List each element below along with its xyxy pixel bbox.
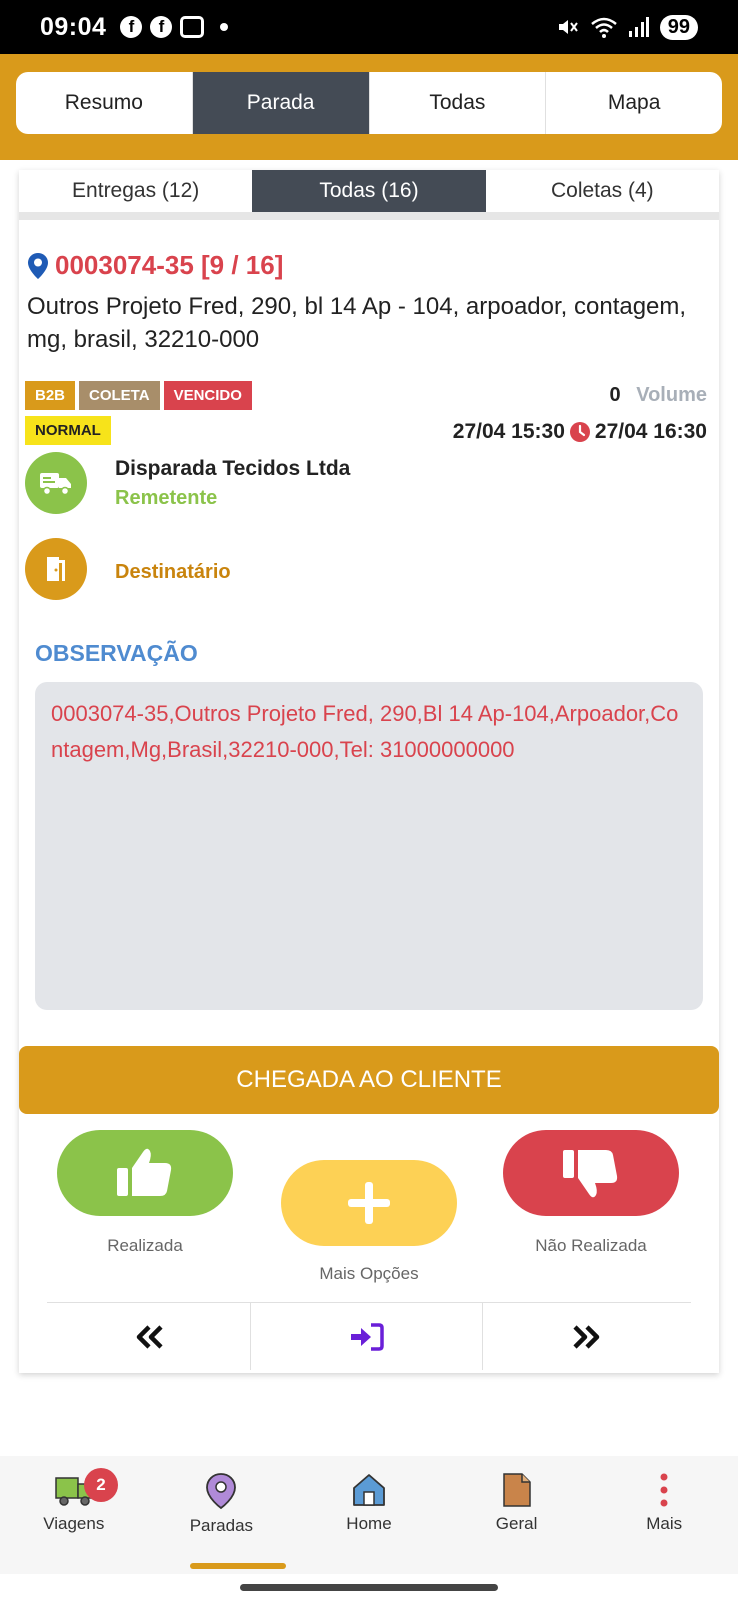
status-badges: B2B COLETA VENCIDO NORMAL (25, 381, 315, 445)
nav-mais-label: Mais (646, 1514, 683, 1533)
system-icons: 99 (556, 14, 698, 40)
time-window: 27/04 15:30 27/04 16:30 (453, 420, 707, 444)
nav-mais[interactable]: Mais (590, 1456, 738, 1574)
tab-parada[interactable]: Parada (192, 72, 370, 134)
badge-vencido: VENCIDO (163, 381, 252, 410)
delivery-truck-icon (25, 452, 87, 514)
notification-icons: f f (120, 16, 229, 38)
stop-navigation (47, 1302, 691, 1370)
nav-home-label: Home (346, 1514, 392, 1533)
clock-icon (569, 422, 590, 442)
bottom-navigation: 2 Viagens Paradas Home Geral Mais (0, 1456, 738, 1574)
facebook-icon: f (120, 16, 143, 38)
volume-info: 0 Volume (610, 384, 707, 407)
active-nav-indicator (190, 1563, 286, 1569)
not-done-label: Não Realizada (535, 1236, 647, 1255)
nav-geral[interactable]: Geral (443, 1456, 591, 1574)
previous-stop-button[interactable] (47, 1303, 251, 1370)
plus-icon (348, 1182, 390, 1224)
clock: 09:04 (40, 12, 107, 41)
done-button[interactable] (57, 1130, 233, 1216)
more-options-button[interactable] (281, 1160, 457, 1246)
sender-role: Remetente (115, 486, 218, 509)
more-notifications-dot-icon (220, 23, 229, 31)
sign-in-icon (350, 1322, 384, 1351)
time-start: 27/04 15:30 (452, 420, 565, 443)
badge-normal: NORMAL (25, 416, 111, 445)
tab-mapa[interactable]: Mapa (546, 72, 722, 134)
thumbs-down-icon (563, 1150, 618, 1198)
trips-count-badge: 2 (84, 1468, 118, 1502)
gesture-home-bar[interactable] (240, 1584, 498, 1591)
next-stop-button[interactable] (483, 1303, 691, 1370)
volume-label: Volume (636, 384, 707, 406)
observation-text: 0003074-35,Outros Projeto Fred, 290,Bl 1… (35, 682, 703, 1010)
nav-paradas[interactable]: Paradas (148, 1456, 296, 1574)
time-end: 27/04 16:30 (594, 420, 707, 443)
volume-count: 0 (609, 384, 621, 406)
main-tabs: Resumo Parada Todas Mapa (16, 72, 722, 134)
door-icon (25, 538, 87, 600)
subtab-coletas[interactable]: Coletas (4) (486, 170, 719, 212)
more-vertical-icon (660, 1473, 668, 1507)
subtab-todas[interactable]: Todas (16) (252, 170, 486, 212)
thumbs-up-icon (117, 1148, 172, 1196)
sender-row: Disparada Tecidos Ltda Remetente (25, 452, 350, 514)
signal-icon (628, 17, 649, 37)
home-icon (353, 1474, 385, 1506)
not-done-button[interactable] (503, 1130, 679, 1216)
done-label: Realizada (107, 1236, 183, 1255)
top-bar: Resumo Parada Todas Mapa (0, 54, 738, 160)
sub-tabs: Entregas (12) Todas (16) Coletas (4) (19, 170, 719, 220)
double-chevron-left-icon (136, 1324, 163, 1349)
sender-name: Disparada Tecidos Ltda (115, 456, 351, 480)
recipient-role: Destinatário (115, 560, 231, 583)
tab-resumo[interactable]: Resumo (16, 72, 193, 134)
mute-icon (558, 20, 578, 34)
status-bar: 09:04 f f 99 (0, 0, 738, 54)
facebook-icon: f (150, 16, 173, 38)
wifi-icon (590, 17, 617, 38)
tab-todas[interactable]: Todas (370, 72, 547, 134)
battery-level: 99 (659, 14, 698, 40)
stop-address: Outros Projeto Fred, 290, bl 14 Ap - 104… (27, 293, 687, 353)
nav-viagens[interactable]: 2 Viagens (0, 1456, 148, 1574)
double-chevron-right-icon (573, 1324, 600, 1349)
nav-geral-label: Geral (495, 1514, 538, 1533)
arrival-button[interactable]: CHEGADA AO CLIENTE (19, 1046, 719, 1114)
nav-home[interactable]: Home (295, 1456, 443, 1574)
map-pin-icon (28, 252, 48, 279)
stop-code-row: 0003074-35 [9 / 16] (27, 250, 283, 281)
stop-card: Entregas (12) Todas (16) Coletas (4) 000… (19, 170, 719, 1373)
subtab-entregas[interactable]: Entregas (12) (19, 170, 252, 212)
nav-paradas-label: Paradas (189, 1516, 254, 1535)
badge-coleta: COLETA (79, 381, 160, 410)
stop-code: 0003074-35 [9 / 16] (55, 250, 284, 280)
badge-b2b: B2B (25, 381, 76, 410)
location-pin-icon (206, 1473, 237, 1510)
nav-viagens-label: Viagens (43, 1514, 105, 1533)
observation-title: OBSERVAÇÃO (35, 640, 198, 666)
check-in-button[interactable] (251, 1303, 483, 1370)
more-options-label: Mais Opções (319, 1264, 419, 1283)
recipient-row: Destinatário (25, 538, 231, 600)
document-icon (502, 1473, 531, 1507)
scan-icon (180, 16, 205, 38)
